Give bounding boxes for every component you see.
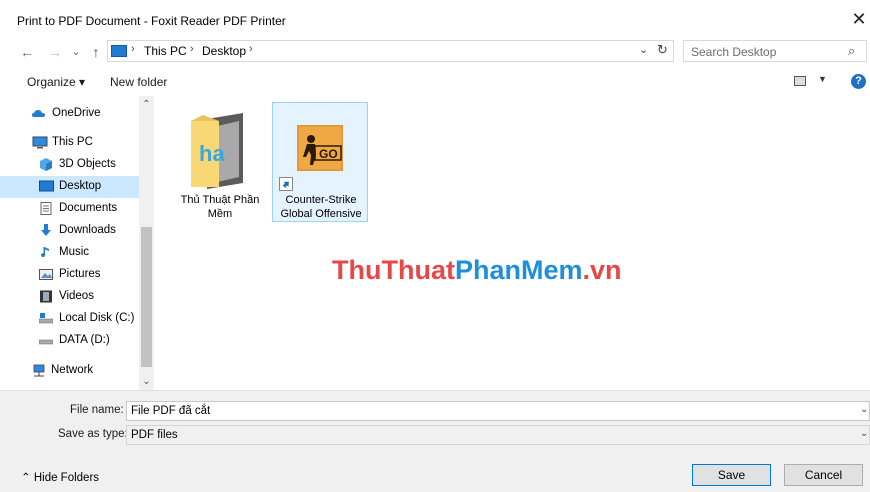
watermark-part-1: ThuThuat (332, 255, 455, 285)
chevron-down-icon[interactable]: ⌄ (860, 428, 868, 439)
file-name-value: File PDF đã cắt (131, 405, 211, 417)
sidebar-item-label: Downloads (59, 224, 116, 236)
forward-arrow-icon[interactable]: → (45, 42, 65, 62)
onedrive-icon (32, 110, 45, 117)
download-arrow-icon (41, 224, 51, 236)
file-item-label: Thủ Thuật Phần Mềm (180, 194, 260, 220)
sidebar-item-network[interactable]: Network (14, 360, 153, 382)
game-shortcut-icon: GO (297, 125, 343, 171)
sidebar-item-this-pc[interactable]: This PC (14, 132, 153, 154)
sidebar-item-3d-objects[interactable]: 3D Objects (14, 154, 153, 176)
drive-icon (39, 339, 53, 345)
sidebar-item-onedrive[interactable]: OneDrive (14, 103, 153, 125)
network-icon (33, 364, 45, 377)
sidebar-item-pictures[interactable]: Pictures (14, 264, 153, 286)
chevron-down-icon[interactable]: ⌄ (139, 373, 154, 390)
hide-folders-button[interactable]: ⌃ Hide Folders (21, 470, 99, 484)
sidebar-item-label: OneDrive (52, 107, 101, 119)
sidebar-item-label: Desktop (59, 180, 102, 192)
svg-text:ha: ha (199, 141, 225, 166)
file-name-input[interactable]: File PDF đã cắt ⌄ (126, 401, 870, 421)
sidebar-item-desktop[interactable]: Desktop (0, 176, 153, 198)
sidebar-item-label: Music (59, 246, 90, 258)
search-input[interactable]: Search Desktop ⌕ (683, 40, 867, 62)
file-item-shortcut[interactable]: GO Counter-Strike Global Offensive (272, 102, 368, 222)
sidebar-item-label: Pictures (59, 268, 101, 280)
sidebar-item-label: Local Disk (C:) (59, 312, 135, 324)
chevron-down-icon[interactable]: ▼ (818, 74, 827, 84)
scrollbar-thumb[interactable] (141, 227, 152, 367)
sidebar-item-label: Documents (59, 202, 118, 214)
sidebar-item-downloads[interactable]: Downloads (14, 220, 153, 242)
file-item-label: Counter-Strike Global Offensive (280, 194, 362, 220)
save-form: File name: File PDF đã cắt ⌄ Save as typ… (0, 390, 870, 492)
chevron-down-icon[interactable]: ⌄ (639, 43, 648, 56)
sidebar-item-local-disk-c[interactable]: Local Disk (C:) (14, 308, 153, 330)
file-item-folder[interactable]: ha Thủ Thuật Phần Mềm (172, 103, 268, 223)
new-folder-button[interactable]: New folder (110, 75, 167, 89)
computer-icon (32, 136, 48, 149)
sidebar-item-label: Videos (59, 290, 94, 302)
chevron-right-icon[interactable]: › (131, 43, 135, 55)
navigation-bar: ← → ⌄ ↑ › This PC › Desktop › ⌄ ↻ Search… (0, 38, 870, 66)
sidebar-item-label: This PC (52, 136, 93, 148)
view-options-icon[interactable] (794, 76, 806, 86)
chevron-right-icon[interactable]: › (190, 43, 194, 55)
this-pc-icon (111, 45, 127, 57)
drive-icon (39, 313, 53, 324)
svg-text:GO: GO (319, 147, 338, 161)
sidebar-item-documents[interactable]: Documents (14, 198, 153, 220)
chevron-down-icon[interactable]: ⌄ (860, 404, 868, 415)
sidebar-item-label: DATA (D:) (59, 334, 110, 346)
help-icon[interactable]: ? (851, 74, 866, 89)
title-bar: Print to PDF Document - Foxit Reader PDF… (0, 0, 870, 38)
music-note-icon (41, 247, 49, 258)
navigation-pane: OneDrive This PC 3D Objects Desktop Docu… (0, 96, 153, 390)
desktop-icon (39, 180, 54, 192)
chevron-up-icon[interactable]: ⌃ (139, 96, 154, 113)
address-bar[interactable]: › This PC › Desktop › ⌄ ↻ (107, 40, 674, 62)
command-toolbar: Organize ▾ New folder ▼ ? (0, 66, 870, 96)
refresh-icon[interactable]: ↻ (657, 42, 668, 58)
organize-button[interactable]: Organize ▾ (27, 75, 85, 89)
search-placeholder: Search Desktop (691, 45, 777, 59)
recent-locations-icon[interactable]: ⌄ (66, 42, 86, 62)
sidebar-item-music[interactable]: Music (14, 242, 153, 264)
sidebar-item-label: 3D Objects (59, 158, 116, 170)
documents-icon (40, 202, 52, 215)
sidebar-item-label: Network (51, 364, 94, 376)
film-icon (40, 290, 52, 303)
save-button[interactable]: Save (692, 464, 771, 486)
save-as-type-label: Save as type: (58, 428, 128, 440)
window-title: Print to PDF Document - Foxit Reader PDF… (17, 14, 286, 28)
chevron-right-icon[interactable]: › (249, 43, 253, 55)
close-icon[interactable]: ✕ (848, 8, 870, 30)
breadcrumb-desktop[interactable]: Desktop (202, 44, 246, 58)
file-name-label: File name: (70, 404, 124, 416)
breadcrumb-this-pc[interactable]: This PC (144, 44, 187, 58)
search-icon[interactable]: ⌕ (848, 43, 855, 59)
sidebar-scrollbar[interactable]: ⌃ ⌄ (139, 96, 154, 390)
watermark-part-3: .vn (582, 255, 622, 285)
watermark-part-2: PhanMem (454, 255, 583, 285)
sidebar-item-videos[interactable]: Videos (14, 286, 153, 308)
pictures-icon (39, 269, 53, 280)
shortcut-arrow-icon (279, 177, 293, 191)
up-arrow-icon[interactable]: ↑ (86, 42, 106, 62)
back-arrow-icon[interactable]: ← (17, 42, 37, 62)
cube-icon (40, 158, 52, 171)
cancel-button[interactable]: Cancel (784, 464, 863, 486)
file-list: ha Thủ Thuật Phần Mềm GO Counter-Strike … (154, 96, 870, 390)
save-as-type-select[interactable]: PDF files ⌄ (126, 425, 870, 445)
folder-icon: ha (191, 113, 243, 189)
save-as-type-value: PDF files (131, 429, 178, 441)
watermark: ThuThuatPhanMem.vn (332, 255, 622, 286)
sidebar-item-data-d[interactable]: DATA (D:) (14, 330, 153, 352)
